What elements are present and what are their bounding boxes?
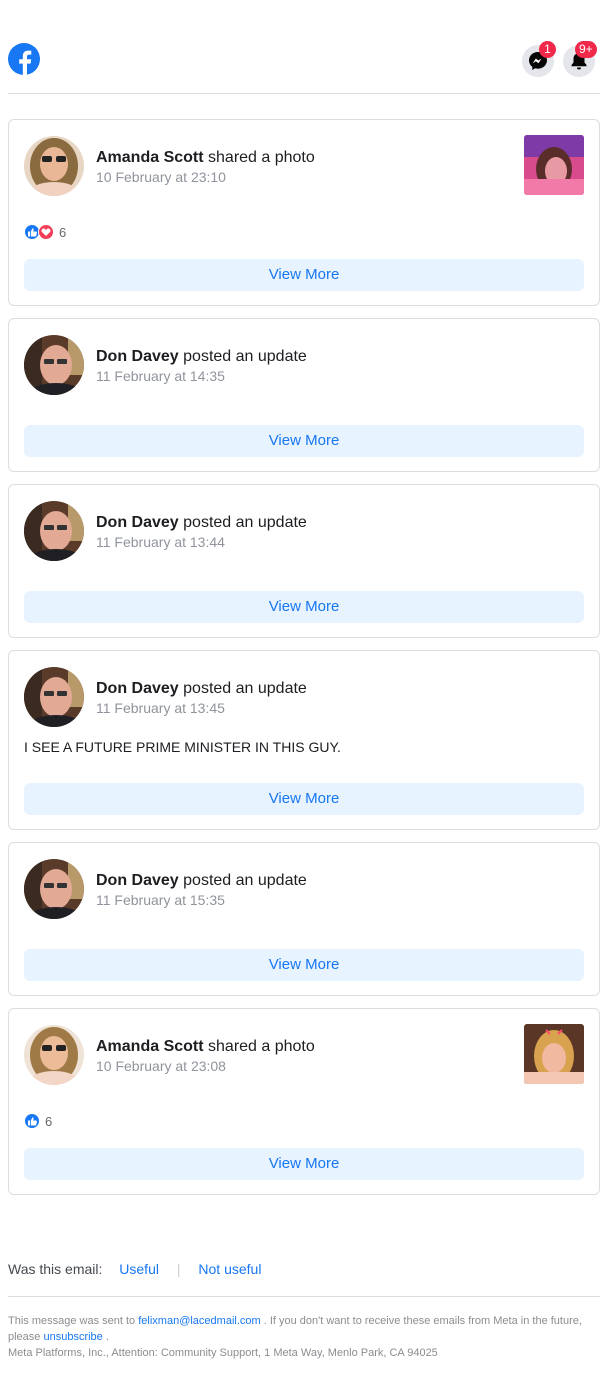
action-text: posted an update: [178, 680, 307, 697]
card-title: Don Davey posted an update: [96, 679, 307, 698]
email-header: 1 9+: [8, 0, 600, 94]
timestamp: 10 February at 23:08: [96, 1058, 226, 1074]
facebook-logo[interactable]: [8, 43, 40, 75]
view-more-button[interactable]: View More: [24, 591, 584, 623]
photo-thumbnail[interactable]: [524, 1024, 584, 1084]
actor-name[interactable]: Don Davey: [96, 514, 179, 531]
footer-end: .: [102, 1331, 109, 1343]
notification-card: Amanda Scott shared a photo 10 February …: [8, 1008, 600, 1195]
avatar[interactable]: [24, 136, 84, 196]
recipient-email-link[interactable]: felixman@lacedmail.com: [138, 1315, 260, 1327]
actor-name[interactable]: Amanda Scott: [96, 1038, 204, 1055]
notification-card: Don Davey posted an update 11 February a…: [8, 318, 600, 472]
notification-card: Don Davey posted an update 11 February a…: [8, 484, 600, 638]
footer-divider: [8, 1296, 600, 1297]
footer-address: Meta Platforms, Inc., Attention: Communi…: [8, 1347, 438, 1359]
action-text: posted an update: [178, 872, 307, 889]
actor-name[interactable]: Amanda Scott: [96, 149, 204, 166]
view-more-button[interactable]: View More: [24, 783, 584, 815]
like-icon: [24, 1113, 40, 1129]
view-more-button[interactable]: View More: [24, 425, 584, 457]
timestamp: 11 February at 15:35: [96, 892, 225, 908]
feedback-row: Was this email: Useful | Not useful: [8, 1261, 261, 1278]
avatar[interactable]: [24, 501, 84, 561]
timestamp: 11 February at 13:45: [96, 700, 225, 716]
reaction-summary: 6: [24, 224, 66, 240]
view-more-button[interactable]: View More: [24, 1148, 584, 1180]
action-text: shared a photo: [203, 1038, 315, 1055]
reaction-count: 6: [59, 224, 67, 240]
messenger-badge: 1: [539, 41, 556, 58]
avatar[interactable]: [24, 1025, 84, 1085]
photo-thumbnail[interactable]: [524, 135, 584, 195]
actor-name[interactable]: Don Davey: [96, 872, 179, 889]
reaction-count: 6: [45, 1113, 53, 1129]
reaction-summary: 6: [24, 1113, 52, 1129]
feedback-separator: |: [176, 1261, 181, 1277]
action-text: posted an update: [178, 348, 307, 365]
notification-card: Don Davey posted an update 11 February a…: [8, 842, 600, 996]
feedback-prompt: Was this email:: [8, 1261, 103, 1277]
card-title: Don Davey posted an update: [96, 513, 307, 532]
footer-sent-prefix: This message was sent to: [8, 1315, 139, 1327]
timestamp: 10 February at 23:10: [96, 169, 226, 185]
timestamp: 11 February at 14:35: [96, 368, 225, 384]
avatar[interactable]: [24, 859, 84, 919]
love-icon: [38, 224, 54, 240]
timestamp: 11 February at 13:44: [96, 534, 225, 550]
card-title: Amanda Scott shared a photo: [96, 1037, 315, 1056]
not-useful-link[interactable]: Not useful: [198, 1261, 261, 1277]
notifications-badge: 9+: [575, 41, 597, 58]
messenger-button[interactable]: 1: [522, 41, 556, 77]
view-more-button[interactable]: View More: [24, 259, 584, 291]
notification-card: Amanda Scott shared a photo 10 February …: [8, 119, 600, 306]
notifications-button[interactable]: 9+: [563, 41, 597, 77]
view-more-button[interactable]: View More: [24, 949, 584, 981]
footer-notice: This message was sent to felixman@lacedm…: [8, 1313, 596, 1345]
footer: This message was sent to felixman@lacedm…: [8, 1313, 596, 1361]
card-title: Amanda Scott shared a photo: [96, 148, 315, 167]
action-text: posted an update: [178, 514, 307, 531]
notification-card: Don Davey posted an update 11 February a…: [8, 650, 600, 830]
unsubscribe-link[interactable]: unsubscribe: [43, 1331, 102, 1343]
avatar[interactable]: [24, 335, 84, 395]
card-title: Don Davey posted an update: [96, 871, 307, 890]
card-title: Don Davey posted an update: [96, 347, 307, 366]
avatar[interactable]: [24, 667, 84, 727]
action-text: shared a photo: [203, 149, 315, 166]
useful-link[interactable]: Useful: [119, 1261, 159, 1277]
actor-name[interactable]: Don Davey: [96, 680, 179, 697]
actor-name[interactable]: Don Davey: [96, 348, 179, 365]
post-text: I SEE A FUTURE PRIME MINISTER IN THIS GU…: [24, 739, 341, 755]
